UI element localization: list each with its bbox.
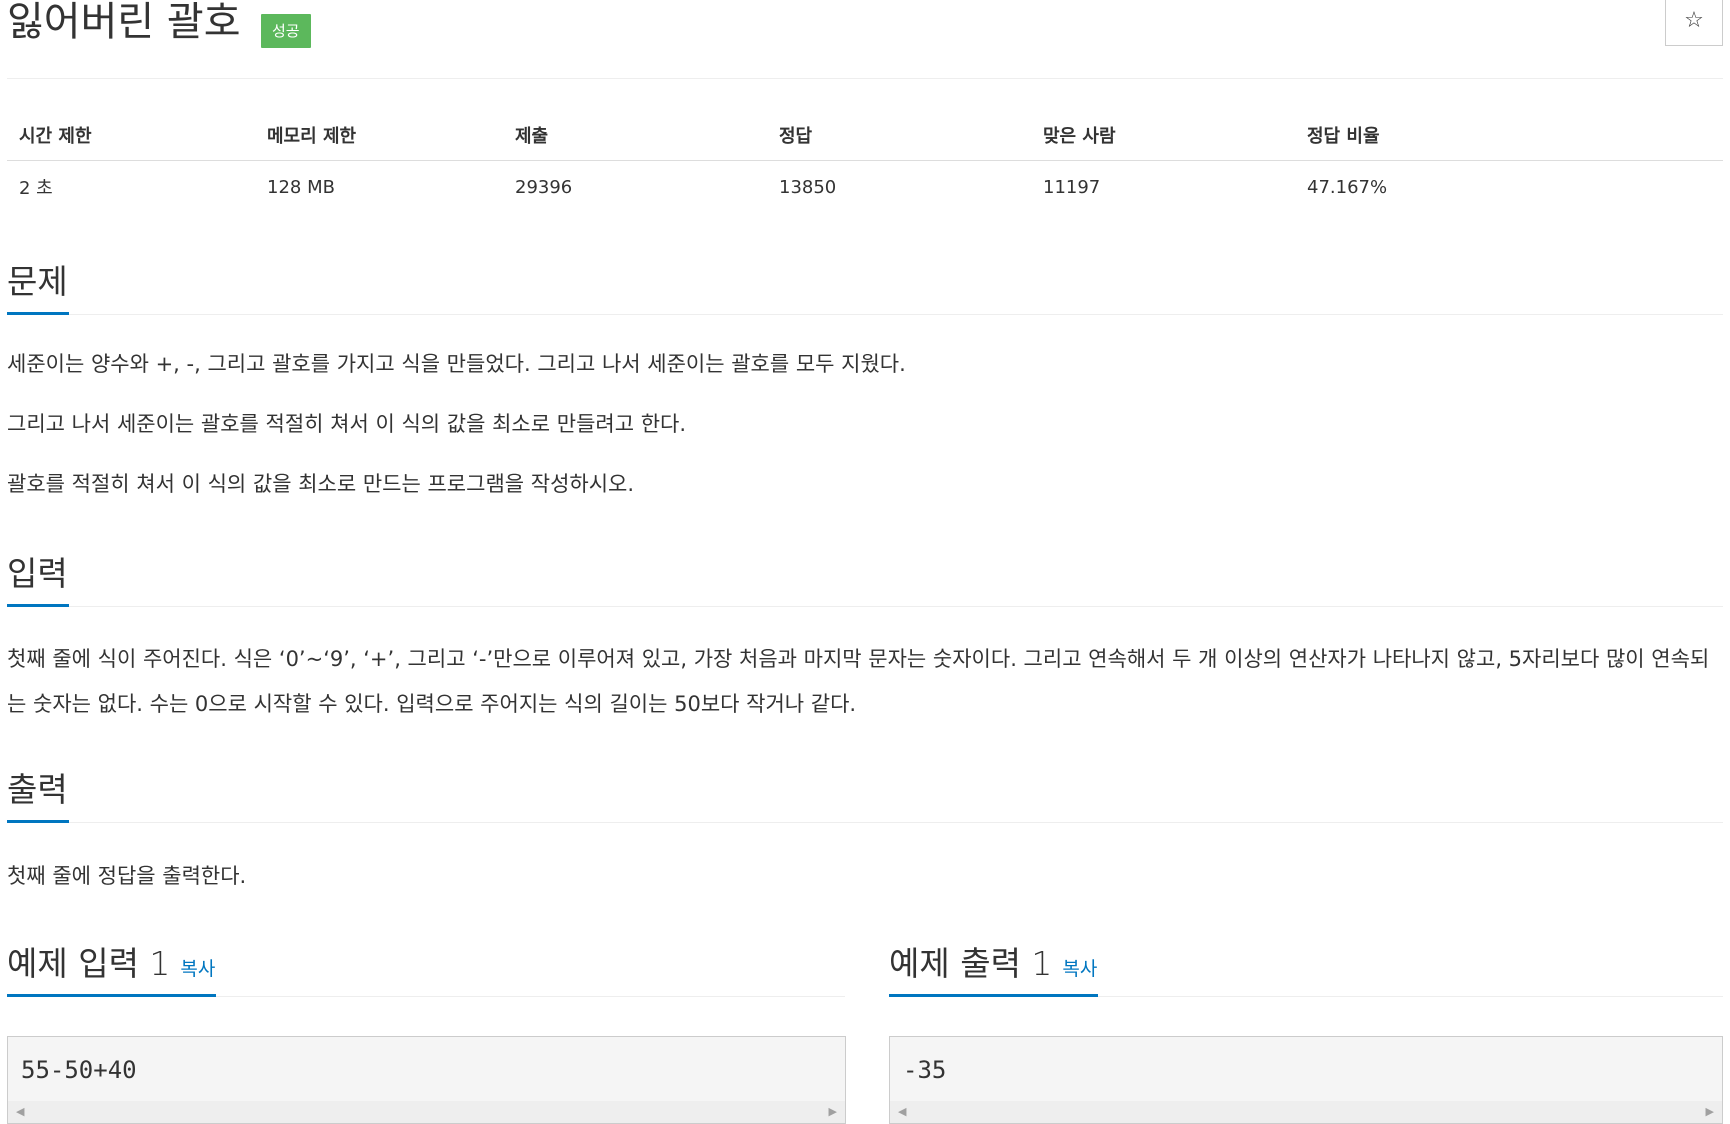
- section-title: 출력: [7, 770, 68, 809]
- copy-sample-input-button[interactable]: 복사: [180, 958, 215, 980]
- scroll-right-icon[interactable]: ▶: [1706, 1101, 1714, 1123]
- sample-output-title: 예제 출력 1: [889, 944, 1053, 983]
- problem-input-section: 입력 첫째 줄에 식이 주어진다. 식은 ‘0’~‘9’, ‘+’, 그리고 ‘…: [7, 550, 1723, 727]
- section-title: 예제 출력 1 복사: [889, 940, 1097, 993]
- scroll-left-icon[interactable]: ◀: [898, 1101, 906, 1123]
- header-submissions: 제출: [503, 110, 767, 161]
- paragraph: 첫째 줄에 정답을 출력한다.: [7, 864, 247, 888]
- section-title: 입력: [7, 554, 68, 593]
- section-headline: 문제: [7, 258, 1723, 315]
- scroll-left-icon[interactable]: ◀: [16, 1101, 24, 1123]
- headline-underline: [889, 994, 1098, 997]
- section-body: 첫째 줄에 정답을 출력한다.: [7, 823, 1723, 899]
- problem-output-section: 출력 첫째 줄에 정답을 출력한다.: [7, 766, 1723, 899]
- paragraph: 그리고 나서 세준이는 괄호를 적절히 쳐서 이 식의 값을 최소로 만들려고 …: [7, 412, 687, 436]
- header-time-limit: 시간 제한: [7, 110, 255, 161]
- header-solved-users: 맞은 사람: [1031, 110, 1295, 161]
- section-body: 세준이는 양수와 +, -, 그리고 괄호를 가지고 식을 만들었다. 그리고 …: [7, 315, 1723, 507]
- headline-underline: [7, 994, 216, 997]
- copy-sample-output-button[interactable]: 복사: [1062, 958, 1097, 980]
- sample-input-box[interactable]: 55-50+40 ◀ ▶: [7, 1036, 846, 1124]
- value-solved-users: 11197: [1043, 176, 1101, 198]
- sample-input-code: 55-50+40: [21, 1056, 137, 1084]
- star-button[interactable]: ☆: [1665, 0, 1723, 46]
- section-headline: 예제 출력 1 복사: [889, 940, 1723, 997]
- horizontal-scrollbar[interactable]: ◀ ▶: [8, 1101, 845, 1123]
- problem-title: 잃어버린 괄호: [7, 0, 241, 45]
- value-memory-limit: 128 MB: [267, 176, 335, 198]
- headline-underline: [7, 820, 69, 823]
- scroll-right-icon[interactable]: ▶: [829, 1101, 837, 1123]
- value-accept-ratio: 47.167%: [1307, 176, 1388, 198]
- header-accepted: 정답: [767, 110, 1031, 161]
- sample-output-section: 예제 출력 1 복사: [889, 940, 1723, 997]
- problem-header: 잃어버린 괄호 성공 ☆: [7, 0, 1723, 79]
- sample-output-box[interactable]: -35 ◀ ▶: [889, 1036, 1723, 1124]
- header-accept-ratio: 정답 비율: [1295, 110, 1723, 161]
- value-submissions: 29396: [515, 176, 573, 198]
- status-badge: 성공: [261, 14, 311, 48]
- sample-output-code: -35: [903, 1056, 947, 1084]
- section-title: 예제 입력 1 복사: [7, 940, 215, 993]
- sample-input-section: 예제 입력 1 복사: [7, 940, 845, 997]
- star-icon: ☆: [1684, 8, 1704, 33]
- section-headline: 출력: [7, 766, 1723, 823]
- paragraph: 괄호를 적절히 쳐서 이 식의 값을 최소로 만드는 프로그램을 작성하시오.: [7, 472, 635, 496]
- section-headline: 입력: [7, 550, 1723, 607]
- value-time-limit: 2 초: [19, 178, 53, 199]
- section-headline: 예제 입력 1 복사: [7, 940, 845, 997]
- sample-input-title: 예제 입력 1: [7, 944, 171, 983]
- paragraph: 세준이는 양수와 +, -, 그리고 괄호를 가지고 식을 만들었다. 그리고 …: [7, 352, 906, 376]
- problem-description-section: 문제 세준이는 양수와 +, -, 그리고 괄호를 가지고 식을 만들었다. 그…: [7, 258, 1723, 507]
- horizontal-scrollbar[interactable]: ◀ ▶: [890, 1101, 1722, 1123]
- value-accepted: 13850: [779, 176, 837, 198]
- section-body: 첫째 줄에 식이 주어진다. 식은 ‘0’~‘9’, ‘+’, 그리고 ‘-’만…: [7, 607, 1723, 727]
- table-header-row: 시간 제한 메모리 제한 제출 정답 맞은 사람 정답 비율: [7, 110, 1723, 161]
- headline-underline: [7, 312, 69, 315]
- paragraph: 첫째 줄에 식이 주어진다. 식은 ‘0’~‘9’, ‘+’, 그리고 ‘-’만…: [7, 647, 1710, 716]
- headline-underline: [7, 604, 69, 607]
- header-memory-limit: 메모리 제한: [255, 110, 503, 161]
- section-title: 문제: [7, 262, 68, 301]
- problem-info-table: 시간 제한 메모리 제한 제출 정답 맞은 사람 정답 비율 2 초 128 M…: [7, 110, 1723, 213]
- table-row: 2 초 128 MB 29396 13850 11197 47.167%: [7, 161, 1723, 214]
- problem-page: 잃어버린 괄호 성공 ☆ 시간 제한 메모리 제한 제출 정답 맞은 사람 정답…: [7, 0, 1723, 1124]
